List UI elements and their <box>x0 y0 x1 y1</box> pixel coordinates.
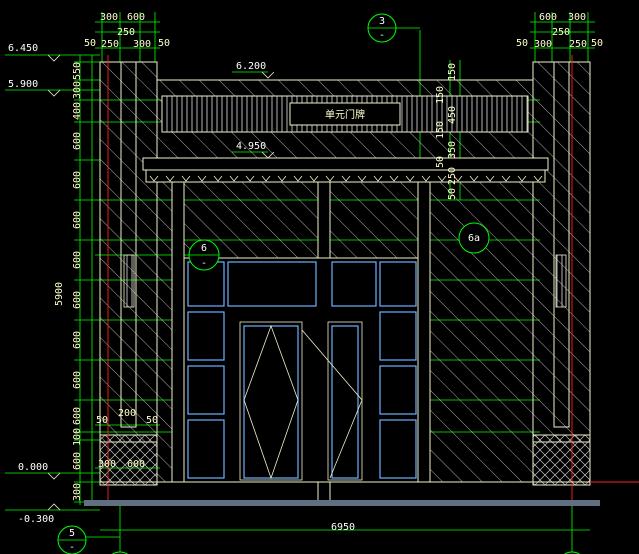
elevation-drawing: 单元门牌 6.450 5.900 6.200 4.950 0.000 -0.30… <box>5 12 639 554</box>
dim-left-10: 600 <box>72 407 83 425</box>
dim-left-9: 600 <box>72 371 83 389</box>
callout-right-num: 6a <box>468 233 480 244</box>
dim-tl-c: 50 <box>84 38 96 49</box>
right-pier <box>532 61 591 486</box>
dim-pl-d: 300 <box>98 459 116 470</box>
dim-tr-c: 50 <box>516 38 528 49</box>
top-right-dims: 600 300 50 250 300 250 50 <box>516 12 603 50</box>
elev-eave: 5.900 <box>8 79 38 90</box>
dim-left-11: 100 <box>72 428 83 446</box>
callout-left-num: 6 <box>201 243 207 254</box>
dim-tr-d: 250 <box>552 27 570 38</box>
top-left-dims: 300 600 50 250 250 300 50 <box>84 12 170 50</box>
dim-sr-6: 250 <box>447 167 458 185</box>
callout-5: 5 - <box>57 525 87 554</box>
canopy <box>142 157 549 183</box>
dim-tl-g: 50 <box>158 38 170 49</box>
dim-left-0: 550 <box>72 62 83 80</box>
dim-total-width: 6950 <box>331 522 355 533</box>
dim-tr-g: 50 <box>591 38 603 49</box>
dim-total-height: 5900 <box>54 282 65 306</box>
dim-tl-a: 300 <box>100 12 118 23</box>
ground-slab <box>84 500 600 506</box>
sign-band: 单元门牌 <box>156 79 534 159</box>
dim-tr-a: 600 <box>539 12 557 23</box>
dim-left-13: 300 <box>72 483 83 501</box>
dim-tr-f: 250 <box>569 39 587 50</box>
elev-top: 6.450 <box>8 43 38 54</box>
dim-sr-0: 150 <box>447 63 458 81</box>
callout-left-sub: - <box>201 258 207 269</box>
dim-pl-b: 200 <box>118 408 136 419</box>
dim-tl-e: 250 <box>101 39 119 50</box>
callout-top-sub: - <box>379 30 385 41</box>
dim-pl-c: 50 <box>146 415 158 426</box>
dim-sr-2: 150 <box>435 121 446 139</box>
callout-top-num: 3 <box>379 16 385 27</box>
dim-sr-3: 450 <box>447 106 458 124</box>
dim-tl-b: 600 <box>127 12 145 23</box>
callout-6a: 6a <box>458 222 490 254</box>
left-dims: 550 300 400 600 600 600 600 600 600 600 … <box>54 62 83 501</box>
dim-tl-d: 250 <box>117 27 135 38</box>
dim-left-3: 600 <box>72 132 83 150</box>
elev-base: -0.300 <box>18 514 54 525</box>
callout-bottom-num: 5 <box>69 528 75 539</box>
dim-pl-a: 50 <box>96 415 108 426</box>
dim-tr-e: 300 <box>534 39 552 50</box>
dim-pl-e: 600 <box>127 459 145 470</box>
dim-left-6: 600 <box>72 251 83 269</box>
elev-canopy: 4.950 <box>236 141 266 152</box>
dim-left-8: 600 <box>72 331 83 349</box>
elev-ground: 0.000 <box>18 462 48 473</box>
dim-sr-4: 50 <box>435 156 446 168</box>
dim-left-4: 600 <box>72 171 83 189</box>
dim-left-7: 600 <box>72 291 83 309</box>
dim-sr-5: 350 <box>447 141 458 159</box>
dim-left-2: 400 <box>72 102 83 120</box>
callout-3: 3 - <box>367 13 397 43</box>
sign-text: 单元门牌 <box>325 108 365 121</box>
elev-sign-top: 6.200 <box>236 61 266 72</box>
callout-6: 6 - <box>188 239 220 271</box>
dim-sr-7: 50 <box>447 188 458 200</box>
callout-bottom-sub: - <box>69 542 75 553</box>
dim-left-1: 300 <box>72 81 83 99</box>
dim-left-5: 600 <box>72 211 83 229</box>
dim-tl-f: 300 <box>133 39 151 50</box>
dim-tr-b: 300 <box>568 12 586 23</box>
dim-sr-1: 150 <box>435 86 446 104</box>
dim-left-12: 600 <box>72 452 83 470</box>
